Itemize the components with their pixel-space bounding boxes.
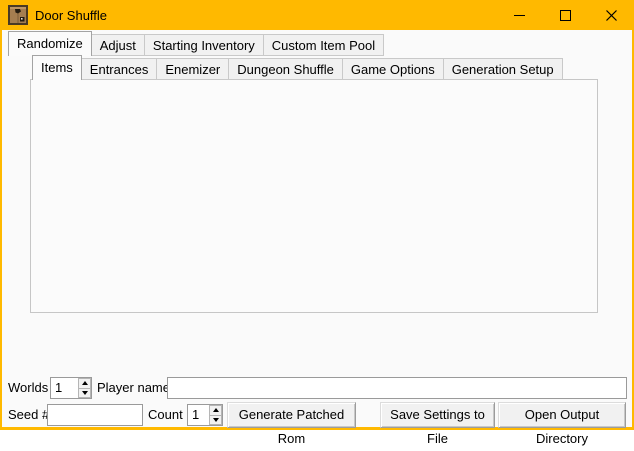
worlds-label: Worlds [8,377,48,399]
tab-generation-setup[interactable]: Generation Setup [443,58,563,80]
minimize-button[interactable] [496,0,542,30]
tab-adjust[interactable]: Adjust [91,34,145,56]
inner-tabbar: Items Entrances Enemizer Dungeon Shuffle… [32,55,563,80]
outer-tabbar: Randomize Adjust Starting Inventory Cust… [8,31,384,56]
tab-dungeon-shuffle[interactable]: Dungeon Shuffle [228,58,343,80]
spin-down-button[interactable] [78,389,91,399]
app-window: Door Shuffle Randomize Adjust Starting I… [0,0,634,430]
count-label: Count [148,404,183,426]
tab-enemizer[interactable]: Enemizer [156,58,229,80]
tab-game-options[interactable]: Game Options [342,58,444,80]
tab-randomize[interactable]: Randomize [8,31,92,56]
arrow-up-icon [82,381,88,385]
maximize-icon [560,10,571,21]
close-button[interactable] [588,0,634,30]
open-output-directory-button[interactable]: Open Output Directory [498,402,626,428]
tab-entrances[interactable]: Entrances [81,58,158,80]
close-icon [606,10,617,21]
save-settings-button[interactable]: Save Settings to File [380,402,495,428]
tab-custom-item-pool[interactable]: Custom Item Pool [263,34,384,56]
count-spinner-arrows [209,405,222,425]
window-controls [496,0,634,30]
door-app-icon [8,5,28,25]
items-tab-panel [30,79,598,313]
minimize-icon [514,15,525,16]
player-names-input[interactable] [167,377,627,399]
spin-up-button[interactable] [78,378,91,389]
titlebar: Door Shuffle [0,0,634,30]
count-value: 1 [188,405,209,425]
worlds-spinner-arrows [78,378,91,398]
arrow-down-icon [213,418,219,422]
arrow-up-icon [213,408,219,412]
worlds-spinner[interactable]: 1 [50,377,92,399]
generate-patched-rom-button[interactable]: Generate Patched Rom [227,402,356,428]
seed-input[interactable] [47,404,143,426]
arrow-down-icon [82,391,88,395]
tab-starting-inventory[interactable]: Starting Inventory [144,34,264,56]
window-title: Door Shuffle [35,8,107,23]
seed-label: Seed # [8,404,49,426]
count-spinner[interactable]: 1 [187,404,223,426]
player-names-label: Player names [97,377,176,399]
spin-up-button[interactable] [209,405,222,416]
spin-down-button[interactable] [209,416,222,426]
maximize-button[interactable] [542,0,588,30]
tab-items[interactable]: Items [32,55,82,80]
worlds-value: 1 [51,378,78,398]
